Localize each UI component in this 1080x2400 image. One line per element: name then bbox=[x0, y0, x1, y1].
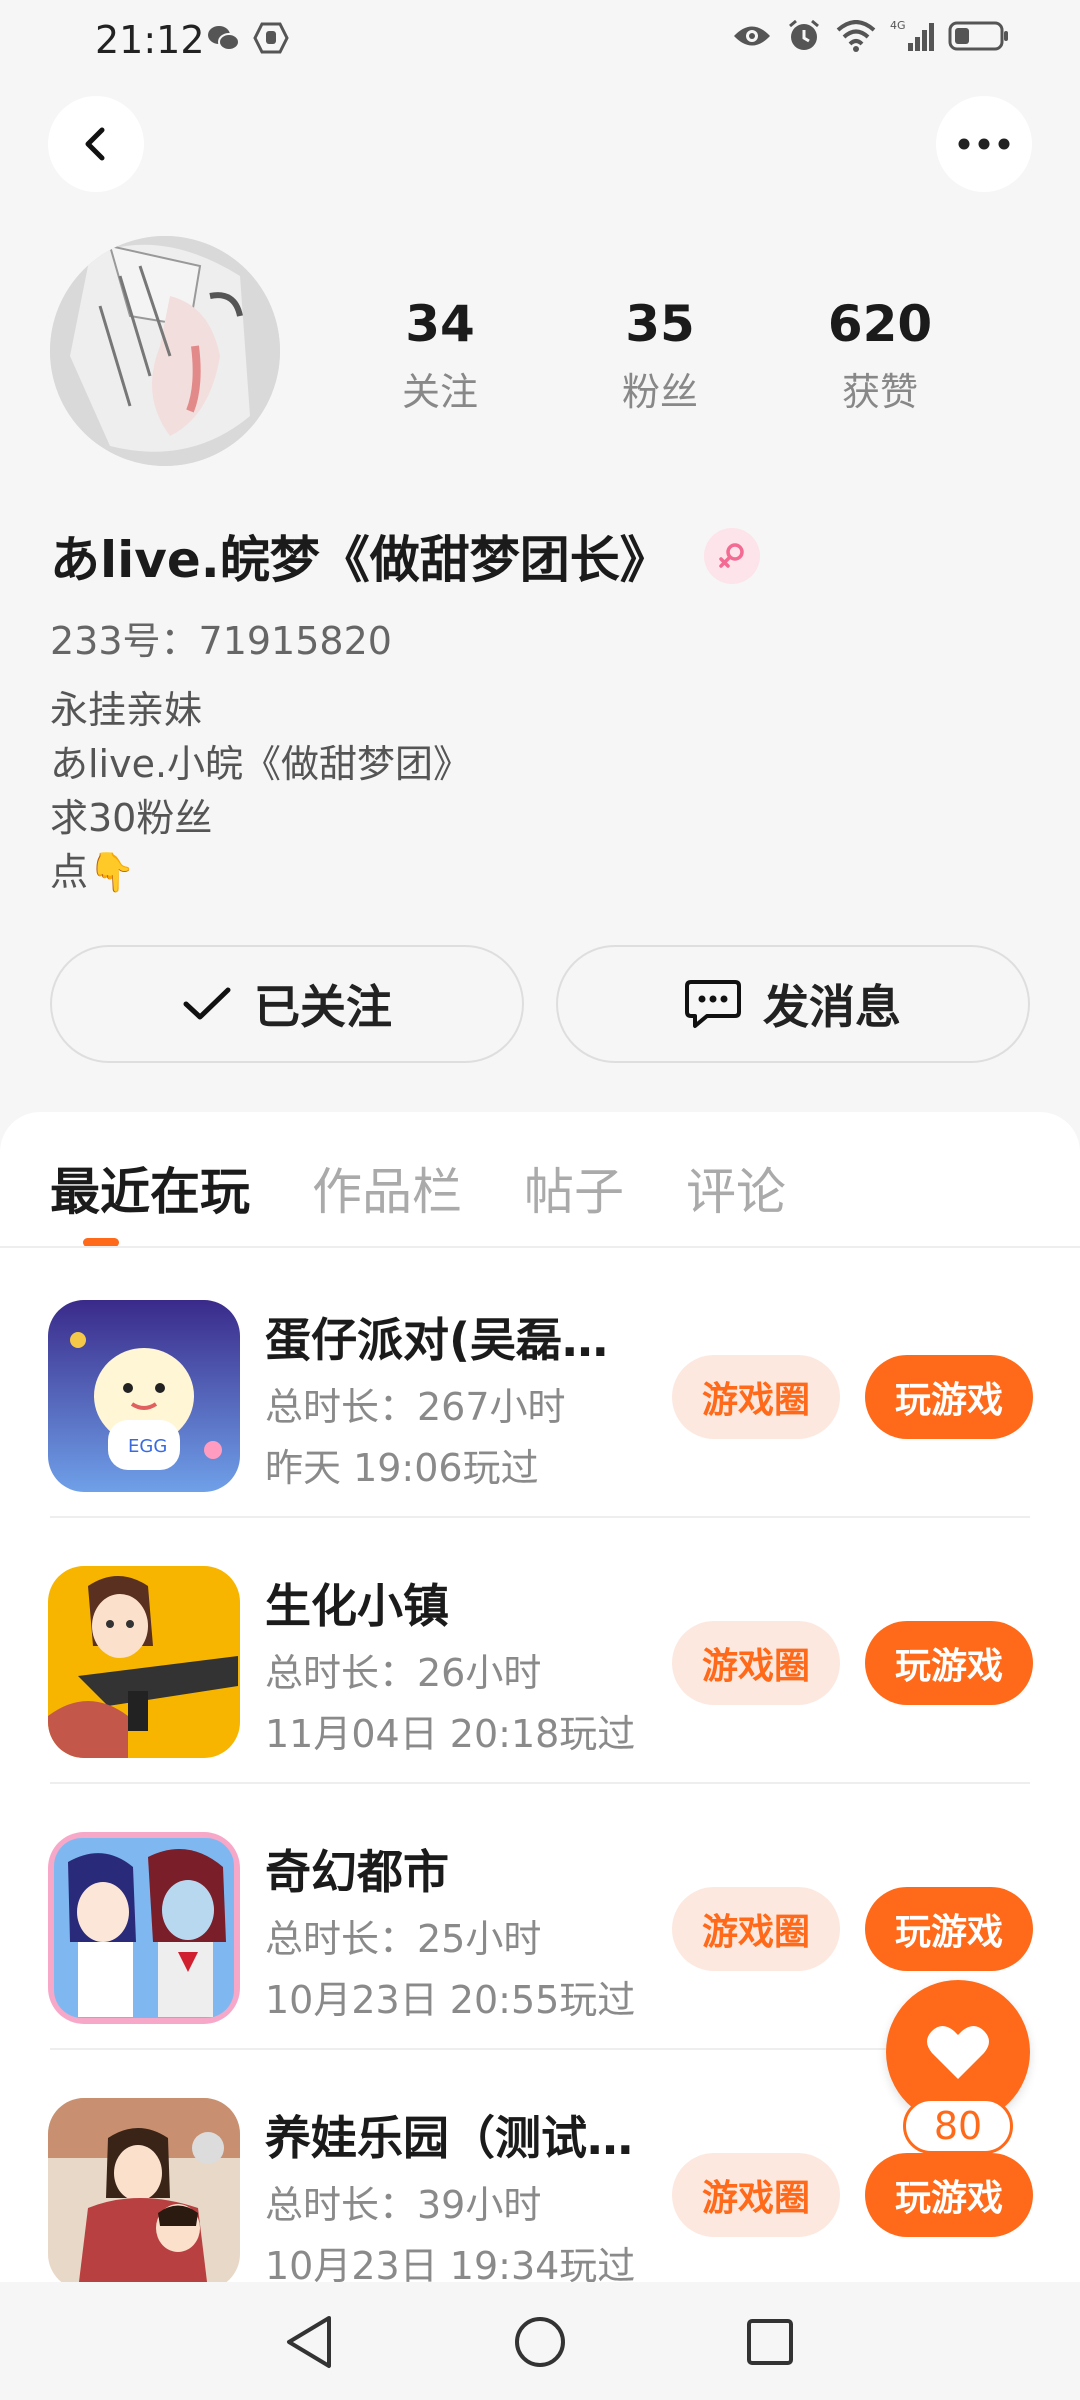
eye-icon bbox=[732, 21, 772, 51]
tab-posts[interactable]: 帖子 bbox=[524, 1152, 624, 1224]
followed-button[interactable]: 已关注 bbox=[50, 945, 524, 1063]
notification-icons bbox=[205, 20, 289, 56]
list-item[interactable]: EGG 蛋仔派对(吴磊… 总时长：267小时 昨天 19:06玩过 游戏圈 玩游… bbox=[0, 1252, 1080, 1518]
heart-icon bbox=[927, 2026, 989, 2079]
game-circle-button[interactable]: 游戏圈 bbox=[672, 1887, 840, 1971]
likes-label: 获赞 bbox=[841, 370, 918, 414]
following-count: 34 bbox=[405, 295, 475, 353]
profile-tabs: 最近在玩 作品栏 帖子 评论 bbox=[50, 1152, 786, 1224]
game-title: 蛋仔派对(吴磊… bbox=[265, 1313, 609, 1367]
likes-count: 620 bbox=[827, 295, 933, 353]
game-icon-eggy-party[interactable]: EGG bbox=[48, 1300, 240, 1492]
play-game-button[interactable]: 玩游戏 bbox=[865, 1621, 1033, 1705]
game-list: EGG 蛋仔派对(吴磊… 总时长：267小时 昨天 19:06玩过 游戏圈 玩游… bbox=[0, 1252, 1080, 2316]
game-title: 奇幻都市 bbox=[265, 1845, 449, 1899]
account-id: 233号：71915820 bbox=[50, 619, 392, 663]
check-icon bbox=[183, 987, 231, 1020]
nickname-row: あlive.皖梦《做甜梦团长》 bbox=[50, 520, 760, 592]
signal-icon: 4G bbox=[890, 19, 934, 53]
bio-line: あlive.小皖《做甜梦团》 bbox=[50, 742, 472, 786]
game-title: 生化小镇 bbox=[265, 1579, 449, 1633]
game-icon-bio-town[interactable] bbox=[48, 1566, 240, 1758]
bio: 永挂亲妹 あlive.小皖《做甜梦团》 求30粉丝 点👇 bbox=[50, 683, 471, 899]
svg-text:EGG: EGG bbox=[128, 1436, 167, 1457]
play-game-button[interactable]: 玩游戏 bbox=[865, 1887, 1033, 1971]
followers-count: 35 bbox=[625, 295, 695, 353]
game-last-played: 10月23日 20:55玩过 bbox=[265, 1978, 636, 2022]
triangle-back-icon bbox=[287, 2316, 331, 2368]
system-icons: 4G bbox=[732, 18, 1010, 54]
nav-back-button[interactable] bbox=[279, 2312, 339, 2372]
game-duration: 总时长：25小时 bbox=[265, 1917, 542, 1961]
followers-label: 粉丝 bbox=[621, 370, 698, 414]
followed-label: 已关注 bbox=[254, 980, 392, 1034]
game-icon-baby-park[interactable] bbox=[48, 2098, 240, 2290]
game-last-played: 11月04日 20:18玩过 bbox=[265, 1712, 636, 1756]
game-circle-button[interactable]: 游戏圈 bbox=[672, 1621, 840, 1705]
female-gender-icon bbox=[703, 528, 760, 584]
system-navigation-bar bbox=[0, 2282, 1080, 2400]
send-message-button[interactable]: 发消息 bbox=[556, 945, 1030, 1063]
wifi-icon bbox=[836, 20, 876, 52]
bio-line: 点👇 bbox=[50, 850, 136, 894]
following-label: 关注 bbox=[401, 370, 478, 414]
profile-page: 21:12 4G 34 关注 35 粉丝 620 获赞 あlive.皖梦《做甜梦… bbox=[0, 0, 1080, 2400]
nav-recents-button[interactable] bbox=[740, 2312, 800, 2372]
divider bbox=[0, 1246, 1080, 1248]
tab-comments[interactable]: 评论 bbox=[686, 1152, 786, 1224]
more-dots-icon bbox=[958, 138, 1010, 150]
following-stat[interactable]: 34 关注 bbox=[360, 295, 520, 416]
game-icon-fantasy-city[interactable] bbox=[48, 1832, 240, 2024]
hand-icon bbox=[253, 20, 289, 56]
svg-text:4G: 4G bbox=[890, 19, 906, 32]
square-recents-icon bbox=[747, 2319, 793, 2365]
nickname: あlive.皖梦《做甜梦团长》 bbox=[50, 531, 670, 589]
back-button[interactable] bbox=[48, 96, 144, 192]
status-bar: 21:12 4G bbox=[0, 0, 1080, 80]
circle-home-icon bbox=[515, 2317, 565, 2367]
likes-stat[interactable]: 620 获赞 bbox=[800, 295, 960, 416]
game-duration: 总时长：267小时 bbox=[265, 1385, 566, 1429]
send-message-label: 发消息 bbox=[763, 980, 901, 1034]
play-game-button[interactable]: 玩游戏 bbox=[865, 2153, 1033, 2237]
avatar[interactable] bbox=[50, 236, 280, 466]
wechat-icon bbox=[205, 20, 241, 56]
nav-home-button[interactable] bbox=[510, 2312, 570, 2372]
status-time: 21:12 bbox=[95, 18, 205, 62]
game-circle-button[interactable]: 游戏圈 bbox=[672, 2153, 840, 2237]
chevron-left-icon bbox=[85, 127, 105, 161]
more-options-button[interactable] bbox=[936, 96, 1032, 192]
alarm-icon bbox=[786, 18, 822, 54]
like-count: 80 bbox=[903, 2098, 1013, 2154]
game-duration: 总时长：39小时 bbox=[265, 2183, 542, 2227]
tab-works[interactable]: 作品栏 bbox=[312, 1152, 462, 1224]
battery-icon bbox=[948, 20, 1010, 52]
bio-line: 求30粉丝 bbox=[50, 796, 213, 840]
followers-stat[interactable]: 35 粉丝 bbox=[580, 295, 740, 416]
game-duration: 总时长：26小时 bbox=[265, 1651, 542, 1695]
game-last-played: 昨天 19:06玩过 bbox=[265, 1446, 539, 1490]
game-circle-button[interactable]: 游戏圈 bbox=[672, 1355, 840, 1439]
action-row: 已关注 发消息 bbox=[50, 945, 1030, 1063]
profile-stats: 34 关注 35 粉丝 620 获赞 bbox=[360, 295, 960, 416]
list-item[interactable]: 生化小镇 总时长：26小时 11月04日 20:18玩过 游戏圈 玩游戏 bbox=[0, 1518, 1080, 1784]
game-title: 养娃乐园（测试… bbox=[265, 2111, 633, 2165]
play-game-button[interactable]: 玩游戏 bbox=[865, 1355, 1033, 1439]
chat-bubble-icon bbox=[685, 980, 741, 1028]
tab-recently-played[interactable]: 最近在玩 bbox=[50, 1152, 250, 1224]
bio-line: 永挂亲妹 bbox=[50, 688, 203, 732]
